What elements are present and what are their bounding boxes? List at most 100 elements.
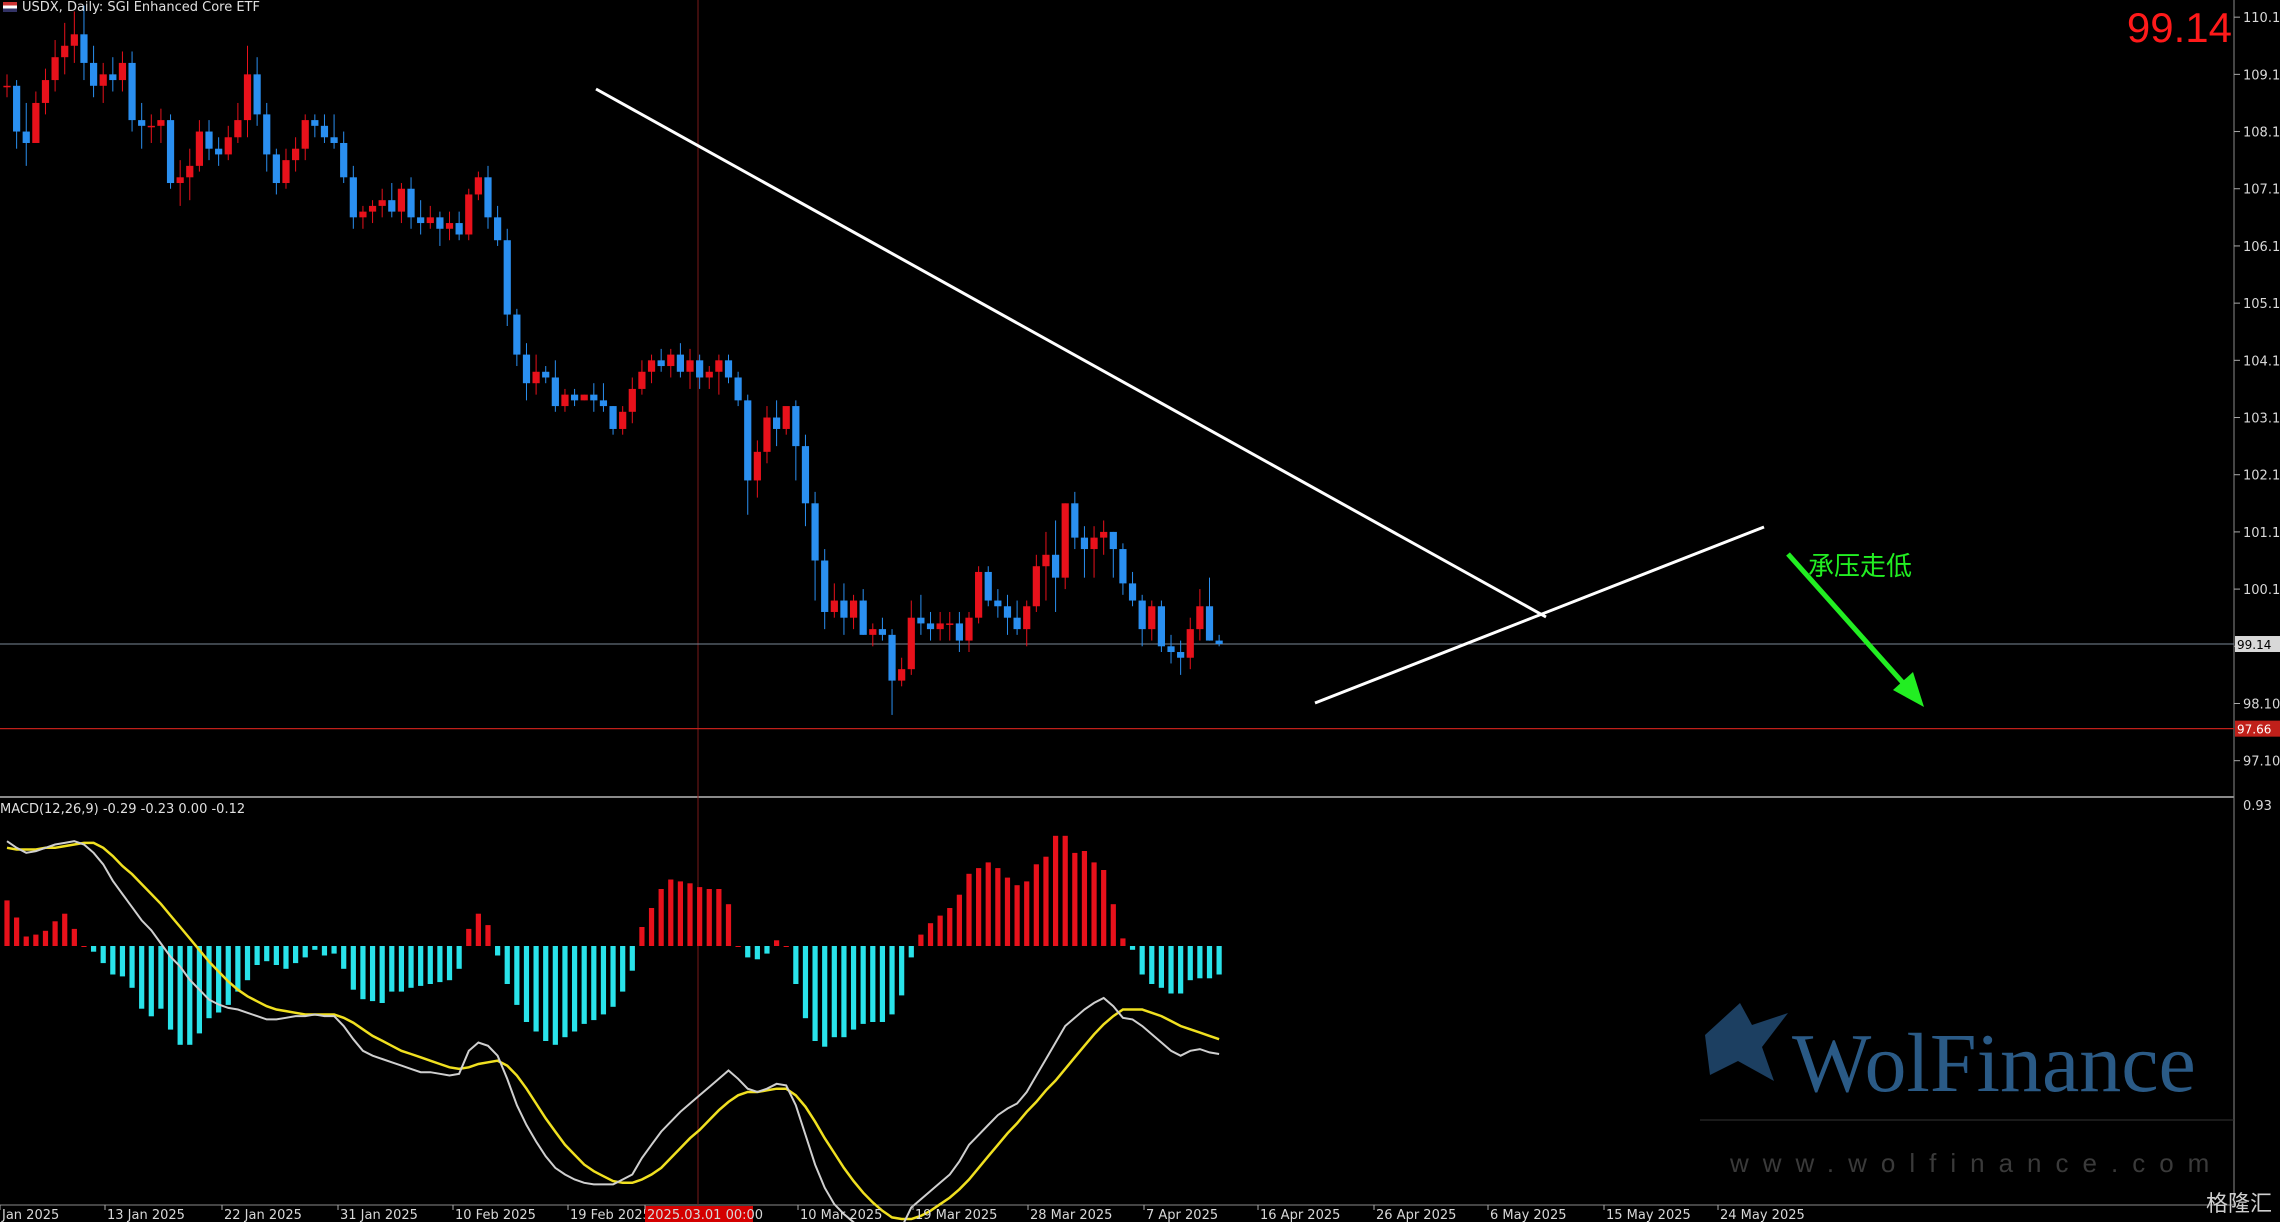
candle-body	[166, 120, 175, 184]
macd-histogram-bar	[1139, 946, 1145, 975]
macd-histogram-bar	[1024, 881, 1030, 946]
candle-body	[898, 669, 906, 681]
x-tick-label: 10 Feb 2025	[455, 1208, 536, 1222]
macd-histogram-bar	[1081, 851, 1088, 946]
candle-body	[513, 314, 521, 355]
candle-body	[724, 360, 733, 378]
macd-histogram-bar	[437, 946, 443, 983]
y-tick-label: 100.10	[2243, 583, 2280, 598]
macd-histogram-bar	[716, 889, 722, 946]
candle-body	[599, 400, 608, 407]
macd-histogram-bar	[956, 894, 962, 946]
candle-body	[349, 177, 357, 218]
macd-histogram-bar	[389, 946, 395, 992]
macd-histogram-bar	[687, 883, 693, 946]
macd-histogram-bar	[1197, 946, 1203, 979]
candle-body	[80, 34, 88, 63]
x-tick-label: 2025.03.01 00:00	[647, 1208, 763, 1222]
macd-histogram-bar	[42, 930, 49, 946]
macd-histogram-bar	[1004, 877, 1011, 946]
candle-body	[763, 417, 771, 452]
candle-body	[619, 411, 627, 429]
macd-histogram-bar	[1072, 852, 1078, 946]
candle-body	[1196, 606, 1204, 630]
candle-body	[1119, 549, 1127, 584]
candle-body	[955, 623, 963, 641]
candle-body	[715, 360, 723, 372]
candle-body	[1080, 537, 1089, 550]
macd-histogram-bar	[543, 946, 549, 1041]
candle-body	[734, 377, 742, 401]
macd-histogram-bar	[90, 946, 97, 952]
resistance-trendline	[595, 87, 1547, 619]
candle-body	[224, 137, 232, 155]
macd-histogram-bar	[495, 946, 501, 956]
macd-histogram-bar	[725, 904, 732, 946]
candle-body	[1003, 606, 1012, 618]
candle-body	[1090, 537, 1098, 550]
macd-histogram-bar	[1158, 946, 1164, 988]
candle-body	[878, 629, 887, 635]
macd-histogram-bar	[697, 887, 703, 946]
macd-histogram-bar	[745, 946, 751, 958]
candle-body	[272, 154, 280, 184]
macd-histogram-bar	[273, 946, 279, 965]
current-price-display: 99.14	[2126, 4, 2232, 51]
macd-histogram-bar	[1129, 946, 1136, 950]
macd-histogram-bar	[475, 913, 481, 946]
macd-histogram-bar	[1062, 835, 1068, 946]
candle-body	[215, 148, 223, 155]
watermark-url: www.wolfinance.com	[1730, 1148, 2224, 1178]
macd-histogram-bar	[139, 946, 145, 1009]
candle-body	[975, 571, 983, 618]
candle-body	[984, 571, 992, 601]
candle-body	[696, 360, 704, 378]
macd-histogram-bar	[398, 946, 405, 992]
candle-body	[282, 160, 290, 184]
candle-body	[474, 177, 482, 195]
candle-body	[1148, 606, 1156, 630]
y-tick-label: 109.10	[2243, 68, 2280, 83]
macd-histogram-bar	[302, 946, 308, 958]
candle-body	[676, 354, 684, 372]
macd-histogram-bar	[831, 946, 837, 1038]
macd-histogram-bar	[23, 936, 29, 946]
macd-histogram-bar	[379, 946, 385, 1003]
flag-icon	[3, 2, 17, 12]
macd-histogram-bar	[254, 946, 260, 965]
candle-body	[782, 406, 790, 429]
macd-histogram-bar	[523, 946, 530, 1022]
x-tick-label: 26 Apr 2025	[1376, 1208, 1456, 1222]
macd-histogram-bar	[822, 946, 828, 1047]
wolf-logo-icon	[1700, 995, 1795, 1090]
y-tick-label: 106.10	[2243, 240, 2280, 255]
candle-body	[176, 177, 184, 184]
candle-body	[99, 74, 107, 86]
macd-histogram-bar	[504, 946, 510, 984]
macd-histogram-bar	[360, 946, 366, 1000]
candle-body	[667, 354, 675, 367]
macd-histogram-bar	[668, 879, 674, 946]
macd-histogram-bar	[1149, 946, 1155, 984]
candle-body	[1186, 629, 1194, 658]
macd-histogram-bar	[802, 946, 809, 1019]
candle-body	[965, 617, 973, 641]
macd-histogram-bar	[841, 946, 847, 1038]
candle-body	[128, 62, 136, 121]
candle-body	[22, 131, 30, 143]
macd-histogram-bar	[1216, 946, 1222, 975]
x-tick-label: 22 Jan 2025	[224, 1208, 302, 1222]
x-tick-label: 24 May 2025	[1720, 1208, 1805, 1222]
candle-body	[859, 600, 867, 635]
macd-histogram-bar	[129, 946, 135, 988]
candle-body	[830, 600, 838, 612]
watermark-brand: WolFinance	[1792, 1017, 2196, 1110]
macd-histogram-bar	[947, 908, 953, 946]
candle-body	[773, 417, 781, 429]
y-tick-label: 97.10	[2243, 755, 2280, 770]
macd-histogram-bar	[889, 946, 895, 1015]
candle-body	[157, 120, 165, 126]
candle-body	[455, 223, 463, 235]
candle-body	[821, 560, 829, 612]
candle-body	[484, 177, 492, 218]
